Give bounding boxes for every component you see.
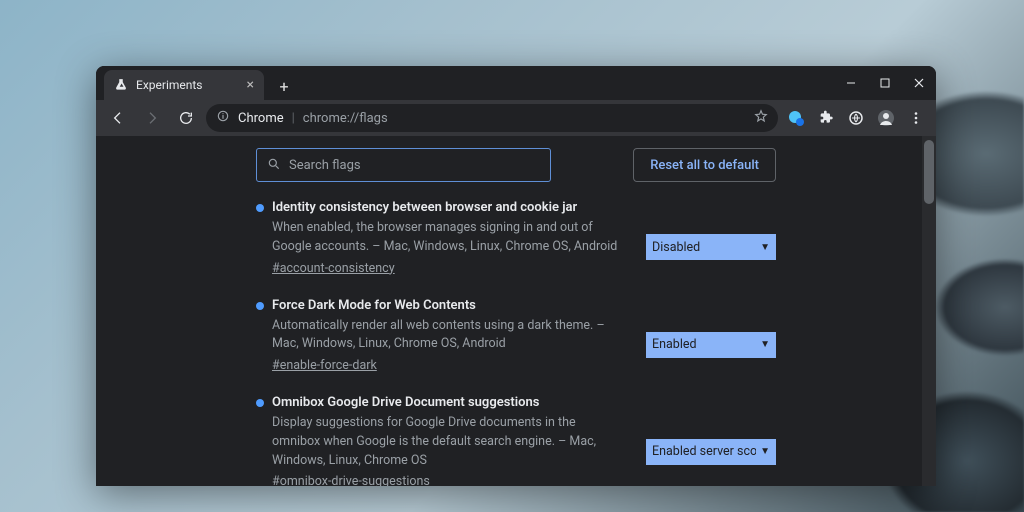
search-input[interactable] [289,158,540,173]
modified-dot-icon [256,302,264,310]
window-controls [834,66,936,100]
chevron-down-icon: ▼ [760,242,770,253]
url-scheme: Chrome [238,111,284,126]
flag-description: Display suggestions for Google Drive doc… [272,414,626,470]
flag-state-value: Enabled [652,337,697,352]
flag-state-value: Disabled [652,240,700,255]
flag-title: Identity consistency between browser and… [272,200,577,215]
flag-state-value: Enabled server sco [652,444,756,459]
flag-description: Automatically render all web contents us… [272,317,626,355]
bookmark-star-icon[interactable] [754,109,768,127]
flag-item: Omnibox Google Drive Document suggestion… [256,395,776,486]
forward-button[interactable] [138,104,166,132]
address-bar[interactable]: Chrome | chrome://flags [206,104,778,132]
flag-item: Force Dark Mode for Web Contents Automat… [256,298,776,374]
flag-item: Identity consistency between browser and… [256,200,776,276]
flask-icon [114,78,128,92]
flag-title: Force Dark Mode for Web Contents [272,298,476,313]
flag-state-select[interactable]: Disabled ▼ [646,234,776,260]
back-button[interactable] [104,104,132,132]
extensions-icon[interactable] [814,106,838,130]
browser-window: Experiments × + [96,66,936,486]
tab-strip: Experiments × + [96,66,936,100]
close-icon[interactable]: × [247,77,254,93]
site-settings-icon[interactable] [216,109,230,127]
chevron-down-icon: ▼ [760,446,770,457]
new-tab-button[interactable]: + [270,72,298,100]
close-window-button[interactable] [902,66,936,100]
url-text: chrome://flags [303,111,388,126]
profile-avatar[interactable] [874,106,898,130]
reload-button[interactable] [172,104,200,132]
toolbar: Chrome | chrome://flags [96,100,936,136]
flag-hash-link[interactable]: #account-consistency [272,261,395,276]
flag-state-select[interactable]: Enabled ▼ [646,332,776,358]
scrollbar[interactable] [922,136,936,486]
chevron-down-icon: ▼ [760,339,770,350]
search-flags-box[interactable] [256,148,551,182]
extension-icon-2[interactable] [844,106,868,130]
tab-experiments[interactable]: Experiments × [104,70,264,100]
flag-hash-link[interactable]: #enable-force-dark [272,358,377,373]
page-content: Reset all to default Identity consistenc… [96,136,936,486]
scrollbar-thumb[interactable] [924,140,934,204]
maximize-button[interactable] [868,66,902,100]
search-icon [267,156,281,175]
reset-all-button[interactable]: Reset all to default [633,148,776,182]
flag-hash-link[interactable]: #omnibox-drive-suggestions [272,474,430,486]
modified-dot-icon [256,204,264,212]
flag-title: Omnibox Google Drive Document suggestion… [272,395,539,410]
flag-description: When enabled, the browser manages signin… [272,219,626,257]
extension-icon-1[interactable] [784,106,808,130]
modified-dot-icon [256,399,264,407]
tab-title: Experiments [136,78,203,92]
minimize-button[interactable] [834,66,868,100]
url-separator: | [292,111,295,126]
flag-state-select[interactable]: Enabled server sco ▼ [646,439,776,465]
menu-button[interactable] [904,106,928,130]
